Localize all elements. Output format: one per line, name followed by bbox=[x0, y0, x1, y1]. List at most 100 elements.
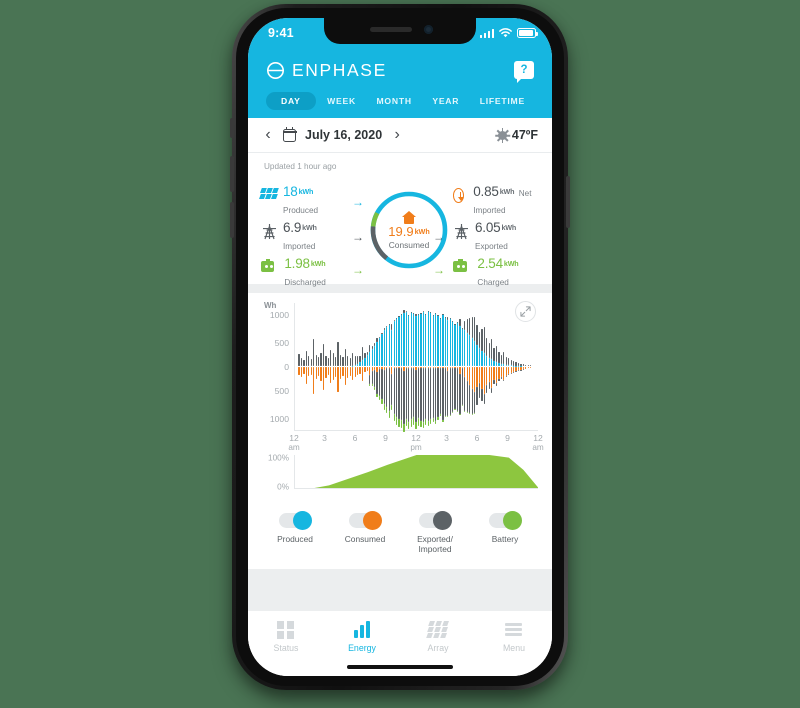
tab-year[interactable]: YEAR bbox=[423, 92, 468, 110]
y-tick-label: 500 bbox=[274, 338, 289, 348]
next-day-button[interactable]: › bbox=[391, 127, 403, 143]
metric-label: Produced bbox=[283, 205, 319, 215]
power-tower-icon bbox=[261, 223, 278, 240]
metric-text: 1.98kWh Discharged bbox=[284, 256, 347, 290]
tab-month[interactable]: MONTH bbox=[368, 92, 421, 110]
energy-summary-card: Updated 1 hour ago 18kWh Produced 6.9kWh… bbox=[248, 153, 552, 287]
nav-item-status[interactable]: Status bbox=[248, 621, 324, 653]
status-bar-time: 9:41 bbox=[268, 26, 294, 40]
x-tick-label: 6 bbox=[474, 433, 480, 443]
toggle-produced[interactable] bbox=[279, 511, 312, 530]
metric-discharged[interactable]: 1.98kWh Discharged bbox=[261, 256, 347, 289]
soc-tick-label: 100% bbox=[268, 453, 289, 463]
brand: ENPHASE bbox=[266, 60, 387, 81]
metric-value: 6.05kWh bbox=[475, 220, 517, 235]
legend-item-battery[interactable]: Battery bbox=[474, 511, 536, 555]
app-header: ENPHASE ? DAY WEEK MONTH YEAR LIFETIME bbox=[248, 48, 552, 118]
metric-value: 2.54kWh bbox=[477, 256, 519, 271]
current-date-label: July 16, 2020 bbox=[305, 128, 383, 142]
legend-item-exported-imported[interactable]: Exported/ Imported bbox=[404, 511, 466, 555]
metric-imported[interactable]: 6.9kWh Imported bbox=[261, 220, 347, 253]
house-icon bbox=[401, 210, 417, 224]
metric-text: 6.05kWh Exported bbox=[475, 220, 539, 254]
hamburger-icon bbox=[504, 621, 524, 638]
donut-center: 19.9kWh Consumed bbox=[368, 189, 450, 271]
x-tick-label: 12 am bbox=[288, 433, 300, 452]
arrow-down-circle-icon bbox=[453, 188, 466, 203]
metric-net-imported[interactable]: 0.85kWh Net Imported bbox=[453, 184, 539, 217]
nav-item-array[interactable]: Array bbox=[400, 621, 476, 653]
updated-timestamp: Updated 1 hour ago bbox=[264, 162, 337, 171]
period-tabs: DAY WEEK MONTH YEAR LIFETIME bbox=[266, 88, 534, 118]
home-indicator[interactable] bbox=[347, 664, 453, 669]
power-tower-icon bbox=[453, 223, 470, 240]
metric-produced[interactable]: 18kWh Produced bbox=[259, 184, 347, 218]
signal-bars-icon bbox=[479, 28, 494, 38]
volume-down-button[interactable] bbox=[230, 202, 234, 238]
toggle-exported-imported[interactable] bbox=[419, 511, 452, 530]
chart-bar bbox=[532, 303, 534, 430]
nav-item-energy[interactable]: Energy bbox=[324, 621, 400, 653]
mute-switch[interactable] bbox=[230, 118, 234, 138]
tab-lifetime[interactable]: LIFETIME bbox=[471, 92, 534, 110]
battery-soc-chart[interactable]: 100% 0% bbox=[262, 453, 538, 501]
date-navigation-bar: ‹ July 16, 2020 › 47ºF bbox=[248, 118, 552, 153]
y-tick-label: 1000 bbox=[269, 310, 289, 320]
flow-arrow-produced: → bbox=[352, 195, 364, 209]
toggle-battery[interactable] bbox=[489, 511, 522, 530]
metric-value: 1.98kWh bbox=[284, 256, 326, 271]
front-camera-icon bbox=[424, 25, 433, 34]
brand-name: ENPHASE bbox=[292, 59, 387, 80]
toggle-consumed[interactable] bbox=[349, 511, 382, 530]
tab-day[interactable]: DAY bbox=[266, 92, 316, 110]
status-bar-indicators bbox=[479, 28, 538, 38]
x-tick-label: 3 bbox=[322, 433, 327, 443]
x-tick-label: 3 bbox=[444, 433, 449, 443]
sun-icon bbox=[494, 127, 510, 143]
metric-text: 18kWh Produced bbox=[283, 184, 347, 218]
metric-exported[interactable]: 6.05kWh Exported bbox=[453, 220, 539, 253]
metric-label: Charged bbox=[477, 277, 509, 287]
nav-label: Array bbox=[427, 643, 449, 653]
consumption-donut-chart[interactable]: 19.9kWh Consumed bbox=[368, 189, 450, 271]
battery-icon bbox=[261, 259, 275, 272]
legend-item-consumed[interactable]: Consumed bbox=[334, 511, 396, 555]
metric-charged[interactable]: 2.54kWh Charged bbox=[453, 256, 539, 289]
previous-day-button[interactable]: ‹ bbox=[262, 127, 274, 143]
screenshot-stage: 9:41 ENPHASE ? DAY WEEK MONTH YEAR LIFET… bbox=[0, 0, 800, 708]
soc-y-axis: 100% 0% bbox=[262, 453, 292, 492]
tab-week[interactable]: WEEK bbox=[318, 92, 365, 110]
nav-item-menu[interactable]: Menu bbox=[476, 621, 552, 653]
array-icon bbox=[425, 621, 449, 639]
earpiece-speaker bbox=[370, 27, 412, 32]
weather-indicator: 47ºF bbox=[494, 127, 538, 143]
energy-bar-chart[interactable]: Wh 1000 500 0 500 1000 12 am 3 6 9 12 pm 3 6 9 12 a… bbox=[262, 301, 544, 453]
nav-label: Status bbox=[273, 643, 299, 653]
legend-label: Battery bbox=[491, 534, 519, 544]
grid-icon bbox=[276, 621, 296, 639]
flow-arrow-imported: → bbox=[352, 230, 364, 244]
calendar-icon[interactable] bbox=[282, 126, 297, 142]
chart-legend: Produced Consumed Exported/ Imported Bat… bbox=[248, 501, 552, 565]
energy-chart-card: Wh 1000 500 0 500 1000 12 am 3 6 9 12 pm 3 6 9 12 a… bbox=[248, 293, 552, 569]
legend-item-produced[interactable]: Produced bbox=[264, 511, 326, 555]
chart-bars bbox=[298, 303, 535, 432]
metric-label: Imported bbox=[283, 241, 316, 251]
power-button[interactable] bbox=[566, 176, 570, 228]
temperature-label: 47ºF bbox=[511, 128, 538, 142]
legend-label: Consumed bbox=[344, 534, 386, 544]
volume-up-button[interactable] bbox=[230, 156, 234, 192]
x-tick-label: 9 bbox=[383, 433, 388, 443]
x-tick-label: 6 bbox=[352, 433, 358, 443]
app-body: Updated 1 hour ago 18kWh Produced 6.9kWh… bbox=[248, 153, 552, 623]
consumed-label: Consumed bbox=[388, 239, 430, 250]
legend-label: Exported/ Imported bbox=[417, 534, 453, 555]
chart-y-axis: Wh 1000 500 0 500 1000 bbox=[262, 301, 292, 431]
summary-left-column: 18kWh Produced 6.9kWh Imported 1.98kWh D… bbox=[259, 184, 347, 292]
y-tick-label: 0 bbox=[284, 362, 289, 372]
metric-value: 6.9kWh bbox=[283, 220, 317, 235]
help-button[interactable]: ? bbox=[514, 61, 534, 83]
x-tick-label: 12 am bbox=[532, 433, 544, 452]
notch bbox=[324, 18, 476, 44]
chart-plot-area bbox=[294, 303, 538, 432]
